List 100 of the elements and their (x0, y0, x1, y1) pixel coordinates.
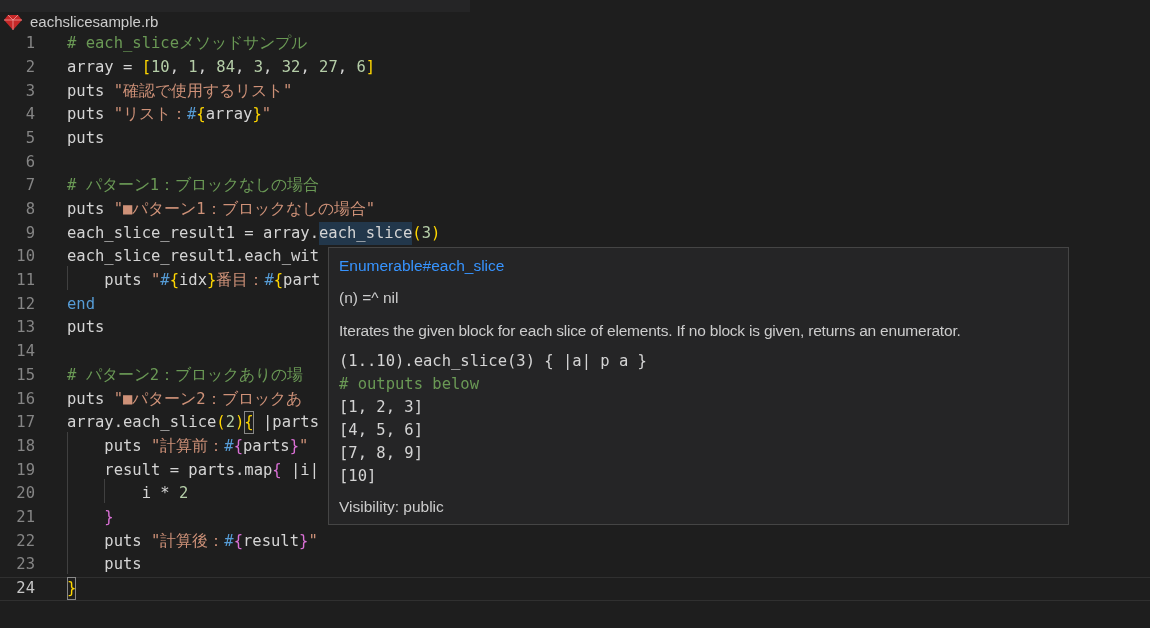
code-text: |i| (291, 459, 319, 481)
number-literal: 3 (253, 56, 264, 78)
method-description: Iterates the given block for each slice of elements. If no block is given, returns an enumerator. (339, 320, 962, 341)
bracket: { (273, 270, 284, 292)
line-number: 8 (24, 199, 35, 221)
bracket: } (299, 530, 309, 552)
line-number: 14 (15, 341, 35, 363)
code-text: puts (104, 554, 142, 576)
line-number: 23 (15, 554, 35, 576)
code-text: each_slice_result1 = array. (67, 222, 319, 244)
method-signature: (n) =^ nil (339, 288, 400, 309)
string-literal: "■パターン2：ブロックあ (113, 388, 302, 410)
line-number: 24 (15, 578, 35, 600)
line-number: 10 (15, 246, 35, 268)
line-number: 15 (15, 364, 35, 386)
matched-bracket: } (67, 577, 77, 601)
code-text: |parts (263, 412, 320, 434)
string-literal: " (308, 530, 318, 552)
code-text: , (263, 56, 274, 78)
code-text: each_slice_result1.each_wit (67, 246, 319, 268)
code-text: puts (67, 317, 105, 339)
interpolation-mark: # (264, 270, 274, 292)
bracket: { (169, 270, 180, 292)
symbol-link[interactable]: Enumerable#each_slice (339, 254, 1058, 278)
bracket: } (289, 435, 300, 457)
line-number: 4 (24, 104, 35, 126)
bracket: ( (412, 222, 422, 244)
code-text: array (205, 104, 253, 126)
string-literal: "リスト： (113, 104, 187, 126)
line-number: 20 (15, 483, 35, 505)
bracket: ( (216, 412, 226, 434)
line-number: 16 (15, 388, 35, 410)
line-number: 12 (15, 293, 35, 315)
interpolation-mark: # (187, 104, 197, 126)
bracket: } (207, 270, 217, 292)
line-number: 6 (24, 151, 35, 173)
code-text: array = (67, 56, 134, 78)
line-number: 7 (24, 175, 35, 197)
code-text: result = parts.map (104, 459, 273, 481)
number-literal: 6 (356, 56, 366, 78)
bracket: { (233, 530, 244, 552)
code-text: puts (104, 435, 143, 457)
code-text: part (283, 270, 321, 292)
code-text: puts (67, 104, 106, 126)
number-literal: 3 (421, 222, 431, 244)
line-number: 21 (15, 506, 35, 528)
string-literal: 番目： (216, 270, 265, 292)
code-text: , (300, 56, 311, 78)
bracket: { (196, 104, 206, 126)
code-text: i * (141, 483, 171, 505)
interpolation-mark: # (160, 270, 170, 292)
line-number: 17 (15, 412, 35, 434)
code-comment: # パターン2：ブロックありの場 (67, 364, 303, 386)
code-text: puts (67, 80, 106, 102)
code-comment: # outputs below (339, 373, 480, 395)
code-text: , (197, 56, 209, 78)
code-comment: # each_sliceメソッドサンプル (67, 33, 307, 55)
code-text: puts (67, 199, 106, 221)
string-literal: "計算前： (151, 435, 225, 457)
line-number: 5 (24, 127, 35, 149)
code-text: result (243, 530, 300, 552)
file-name[interactable]: eachslicesample.rb (30, 10, 159, 34)
ruby-gem-icon (4, 14, 22, 30)
line-number: 3 (24, 80, 35, 102)
line-number: 2 (24, 56, 35, 78)
number-literal: 84 (216, 56, 236, 78)
code-text: puts (104, 530, 143, 552)
line-number: 9 (24, 222, 35, 244)
string-literal: " (261, 104, 272, 126)
interpolation-mark: # (224, 435, 234, 457)
code-text: puts (104, 270, 143, 292)
code-text: puts (67, 388, 106, 410)
string-literal: " (151, 270, 161, 292)
bracket: ) (235, 412, 245, 434)
number-literal: 32 (281, 56, 301, 78)
bracket: { (233, 435, 244, 457)
code-example: [1, 2, 3] (339, 396, 424, 418)
number-literal: 2 (179, 483, 189, 505)
code-example: [7, 8, 9] (339, 442, 424, 464)
string-literal: "計算後： (151, 530, 225, 552)
line-number: 22 (15, 530, 35, 552)
code-text: , (337, 56, 349, 78)
code-example: [10] (339, 465, 378, 487)
line-number: 18 (15, 435, 35, 457)
bracket: ] (365, 56, 376, 78)
code-text: idx (179, 270, 208, 292)
code-comment: # パターン1：ブロックなしの場合 (67, 175, 319, 197)
line-number: 13 (15, 317, 35, 339)
visibility-label: Visibility: public (339, 496, 445, 517)
bracket: [ (141, 56, 151, 78)
keyword: end (67, 293, 95, 315)
code-example: (1..10).each_slice(3) { |a| p a } (339, 350, 648, 372)
matched-bracket: { (244, 411, 254, 435)
bracket: } (252, 104, 262, 126)
hovered-word: each_slice (318, 221, 413, 245)
line-number: 11 (15, 270, 35, 292)
bracket: ) (431, 222, 441, 244)
code-text: puts (67, 127, 105, 149)
code-text: , (169, 56, 180, 78)
interpolation-mark: # (224, 530, 234, 552)
